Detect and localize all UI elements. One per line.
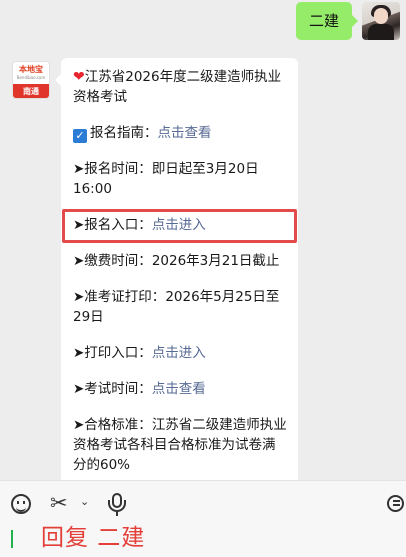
guide-line: ✓ 报名指南：点击查看 (73, 123, 288, 143)
guide-label: 报名指南： (90, 125, 158, 141)
outgoing-message-bubble[interactable]: 二建 (295, 2, 359, 40)
item-registration-time: ➤报名时间：即日起至3月20日16:00 (73, 159, 288, 199)
item-print-entry: ➤打印入口：点击进入 (73, 343, 288, 363)
microphone-icon[interactable] (108, 493, 126, 517)
item-label: ➤报名时间： (73, 161, 152, 177)
item-pass-standard: ➤合格标准：江苏省二级建造师执业资格考试各科目合格标准为试卷满分的60% (73, 415, 288, 475)
print-entry-link[interactable]: 点击进入 (152, 345, 206, 361)
message-title-text: 江苏省2026年度二级建造师执业资格考试 (73, 69, 282, 105)
item-label: ➤打印入口： (73, 345, 152, 361)
item-exam-time: ➤考试时间：点击查看 (73, 379, 288, 399)
heart-icon: ❤ (73, 69, 85, 85)
item-admission-print: ➤准考证打印：2026年5月25日至29日 (73, 287, 288, 327)
item-label: ➤考试时间： (73, 381, 152, 397)
reply-annotation[interactable]: 回复 二建 (41, 524, 145, 552)
chevron-down-icon[interactable]: ⌄ (80, 495, 89, 509)
item-label: ➤准考证打印： (73, 289, 166, 305)
checkbox-icon: ✓ (73, 129, 87, 143)
sender-avatar[interactable]: 本地宝 Bendibao.com 南通 (12, 61, 50, 99)
item-payment-time: ➤缴费时间：2026年3月21日截止 (73, 251, 288, 271)
item-label: ➤合格标准： (73, 417, 152, 433)
item-value: 2026年3月21日截止 (151, 253, 280, 269)
avatar-url: Bendibao.com (16, 75, 46, 80)
avatar-city: 南通 (13, 84, 49, 98)
emoji-icon[interactable] (11, 494, 31, 514)
registration-entry-highlight (62, 209, 297, 243)
outgoing-message-text: 二建 (308, 12, 339, 30)
chat-area: 二建 本地宝 Bendibao.com 南通 ❤江苏省2026年度二级建造师执业… (0, 0, 406, 480)
exam-time-link[interactable]: 点击查看 (152, 381, 206, 397)
outgoing-message-row: 二建 (295, 2, 400, 40)
text-cursor (11, 530, 13, 548)
my-avatar[interactable] (362, 2, 400, 40)
chat-bubble-icon[interactable] (387, 495, 404, 512)
scissors-icon[interactable]: ✂ (50, 491, 68, 515)
avatar-brand: 本地宝 (19, 65, 43, 74)
guide-link[interactable]: 点击查看 (158, 125, 212, 141)
item-label: ➤缴费时间： (73, 253, 152, 269)
message-title: ❤江苏省2026年度二级建造师执业资格考试 (73, 67, 288, 107)
incoming-message-bubble: ❤江苏省2026年度二级建造师执业资格考试 ✓ 报名指南：点击查看 ➤报名时间：即… (55, 58, 298, 480)
